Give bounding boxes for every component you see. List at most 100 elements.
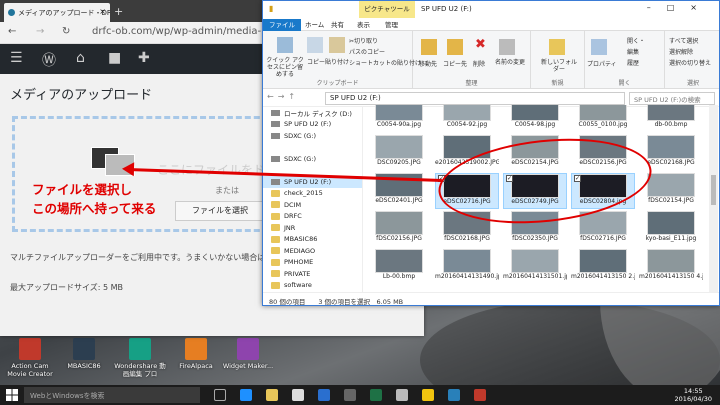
file-explorer-icon[interactable] [266,389,278,401]
folder-icon [271,235,280,243]
open-button[interactable]: 開く・ [627,36,645,45]
mail-icon[interactable] [318,389,330,401]
file-item[interactable]: C0055_0100.jpg [571,105,635,133]
app-icon [129,338,151,360]
comments-icon[interactable]: ■ [108,50,121,66]
pin-quick-access-button[interactable]: クイック アクセスにピン留めする [265,57,305,78]
excel-icon[interactable] [370,389,382,401]
history-button[interactable]: 履歴 [627,58,639,67]
home-icon[interactable]: ⌂ [76,50,85,66]
file-item[interactable]: m2016041413150 4.jpg [639,249,703,285]
file-item[interactable]: C0054-90a.jpg [367,105,431,133]
nav-item-label: PRIVATE [284,269,311,278]
file-thumbnail [375,135,423,159]
store-icon[interactable] [292,389,304,401]
copy-button[interactable]: コピー [307,57,325,66]
path-field[interactable]: SP UFD U2 (F:) [325,92,625,105]
browser-tab[interactable]: メディアのアップロード・DRF × [4,3,110,22]
move-to-icon [421,39,437,55]
wordpress-logo-icon[interactable]: Ⓦ [42,50,56,70]
file-thumbnail [579,105,627,121]
forward-icon[interactable]: → [36,26,44,37]
back-icon[interactable]: ← [8,26,16,37]
copy-path-button[interactable]: パスのコピー [349,47,385,56]
window-controls[interactable]: –□× [647,3,713,12]
tab-file[interactable]: ファイル [263,19,301,31]
delete-button[interactable]: 削除 [473,59,485,68]
file-item[interactable]: C0054-92.jpg [435,105,499,133]
chrome-icon[interactable] [422,389,434,401]
invert-selection-button[interactable]: 選択の切り替え [669,58,711,67]
file-item[interactable]: Lb-00.bmp [367,249,431,285]
nav-item[interactable]: SDXC (G:) [263,130,362,142]
windows-start-icon[interactable] [6,389,18,401]
menu-icon[interactable]: ☰ [10,50,23,66]
file-item[interactable]: fDSC02156.JPG [367,211,431,247]
file-item[interactable]: DSC09205.JPG [367,135,431,171]
nav-item[interactable]: JNR [263,222,362,234]
calculator-icon[interactable] [396,389,408,401]
scroll-thumb[interactable] [711,175,716,205]
nav-item[interactable]: DRFC [263,211,362,223]
file-item[interactable]: m20160414131490.jpa [435,249,499,285]
edge-icon[interactable] [240,389,252,401]
nav-item[interactable]: SP UFD U2 (F:) [263,119,362,131]
paste-button[interactable]: 貼り付け [325,57,349,66]
taskbar-search[interactable]: WebとWindowsを検索 [24,387,200,403]
folder-icon [271,189,280,197]
nav-item-label: SDXC (G:) [284,154,317,163]
app-icon[interactable] [448,389,460,401]
nav-item[interactable]: ローカル ディスク (D:) [263,107,362,119]
file-item[interactable]: m2016041413150 2.jpg [571,249,635,285]
file-item[interactable]: C0054-98.jpg [503,105,567,133]
nav-item[interactable]: SDXC (G:) [263,153,362,165]
file-item[interactable]: db-00.bmp [639,105,703,133]
nav-item[interactable]: MEDIAGO [263,245,362,257]
search-input[interactable]: SP UFD U2 (F:)の検索 [629,92,715,105]
nav-item[interactable]: PRIVATE [263,268,362,280]
ribbon-tabs: ファイル ホーム 共有 表示 管理 [263,18,719,31]
app-icon[interactable] [474,389,486,401]
clock[interactable]: 14:55 2016/04/30 [675,387,712,403]
refresh-icon[interactable]: ↻ [62,26,70,37]
nav-item[interactable]: DCIM [263,199,362,211]
cut-button[interactable]: ✂切り取り [349,36,378,45]
rename-button[interactable]: 名前の変更 [495,59,525,66]
nav-arrows-icon[interactable]: ←→↑ [267,92,299,101]
select-none-button[interactable]: 選択解除 [669,47,693,56]
scrollbar[interactable] [709,105,718,293]
add-new-icon[interactable]: ✚ [138,50,150,66]
select-files-button[interactable]: ファイルを選択 [175,201,265,221]
desktop-icon-1[interactable]: MBASIC86 [56,338,112,370]
tab-manage[interactable]: 管理 [379,19,404,31]
nav-item[interactable]: check_2015 [263,188,362,200]
desktop-icon-4[interactable]: Widget Maker... [220,338,276,370]
tab-share[interactable]: 共有 [325,19,350,31]
task-view-icon[interactable] [214,389,226,401]
select-group: すべて選択 選択解除 選択の切り替え 選択 [665,31,720,89]
nav-item[interactable]: PMHOME [263,257,362,269]
file-item[interactable]: m20160414131501.jpg [503,249,567,285]
properties-button[interactable]: プロパティ [587,59,617,68]
nav-item[interactable]: software [263,280,362,292]
copy-to-button[interactable]: コピー先 [443,59,467,68]
folder-icon [271,281,280,289]
file-name: C0055_0100.jpg [578,121,628,128]
new-group: 新しいフォルダー 新規 [531,31,585,89]
file-item[interactable]: kyo-basi_E11.jpg [639,211,703,247]
close-tab-icon[interactable]: × [99,7,106,16]
desktop-icon-0[interactable]: Action Cam Movie Creator [2,338,58,378]
group-label: 新規 [551,80,564,87]
tab-view[interactable]: 表示 [351,19,376,31]
edit-button[interactable]: 編集 [627,47,639,56]
paste-shortcut-button[interactable]: ショートカットの貼り付け [349,58,421,67]
desktop-icon-2[interactable]: Wondershare 動画編集 プロ [112,338,168,378]
new-tab-icon[interactable]: + [114,5,123,18]
new-folder-button[interactable]: 新しいフォルダー [539,59,579,73]
select-all-button[interactable]: すべて選択 [669,36,698,45]
desktop-icon-3[interactable]: FireAlpaca [168,338,224,370]
taskbar: WebとWindowsを検索 14:55 2016/04/30 [0,385,720,405]
move-to-button[interactable]: 移動先 [419,59,437,68]
nav-item[interactable]: MBASIC86 [263,234,362,246]
app-icon[interactable] [344,389,356,401]
